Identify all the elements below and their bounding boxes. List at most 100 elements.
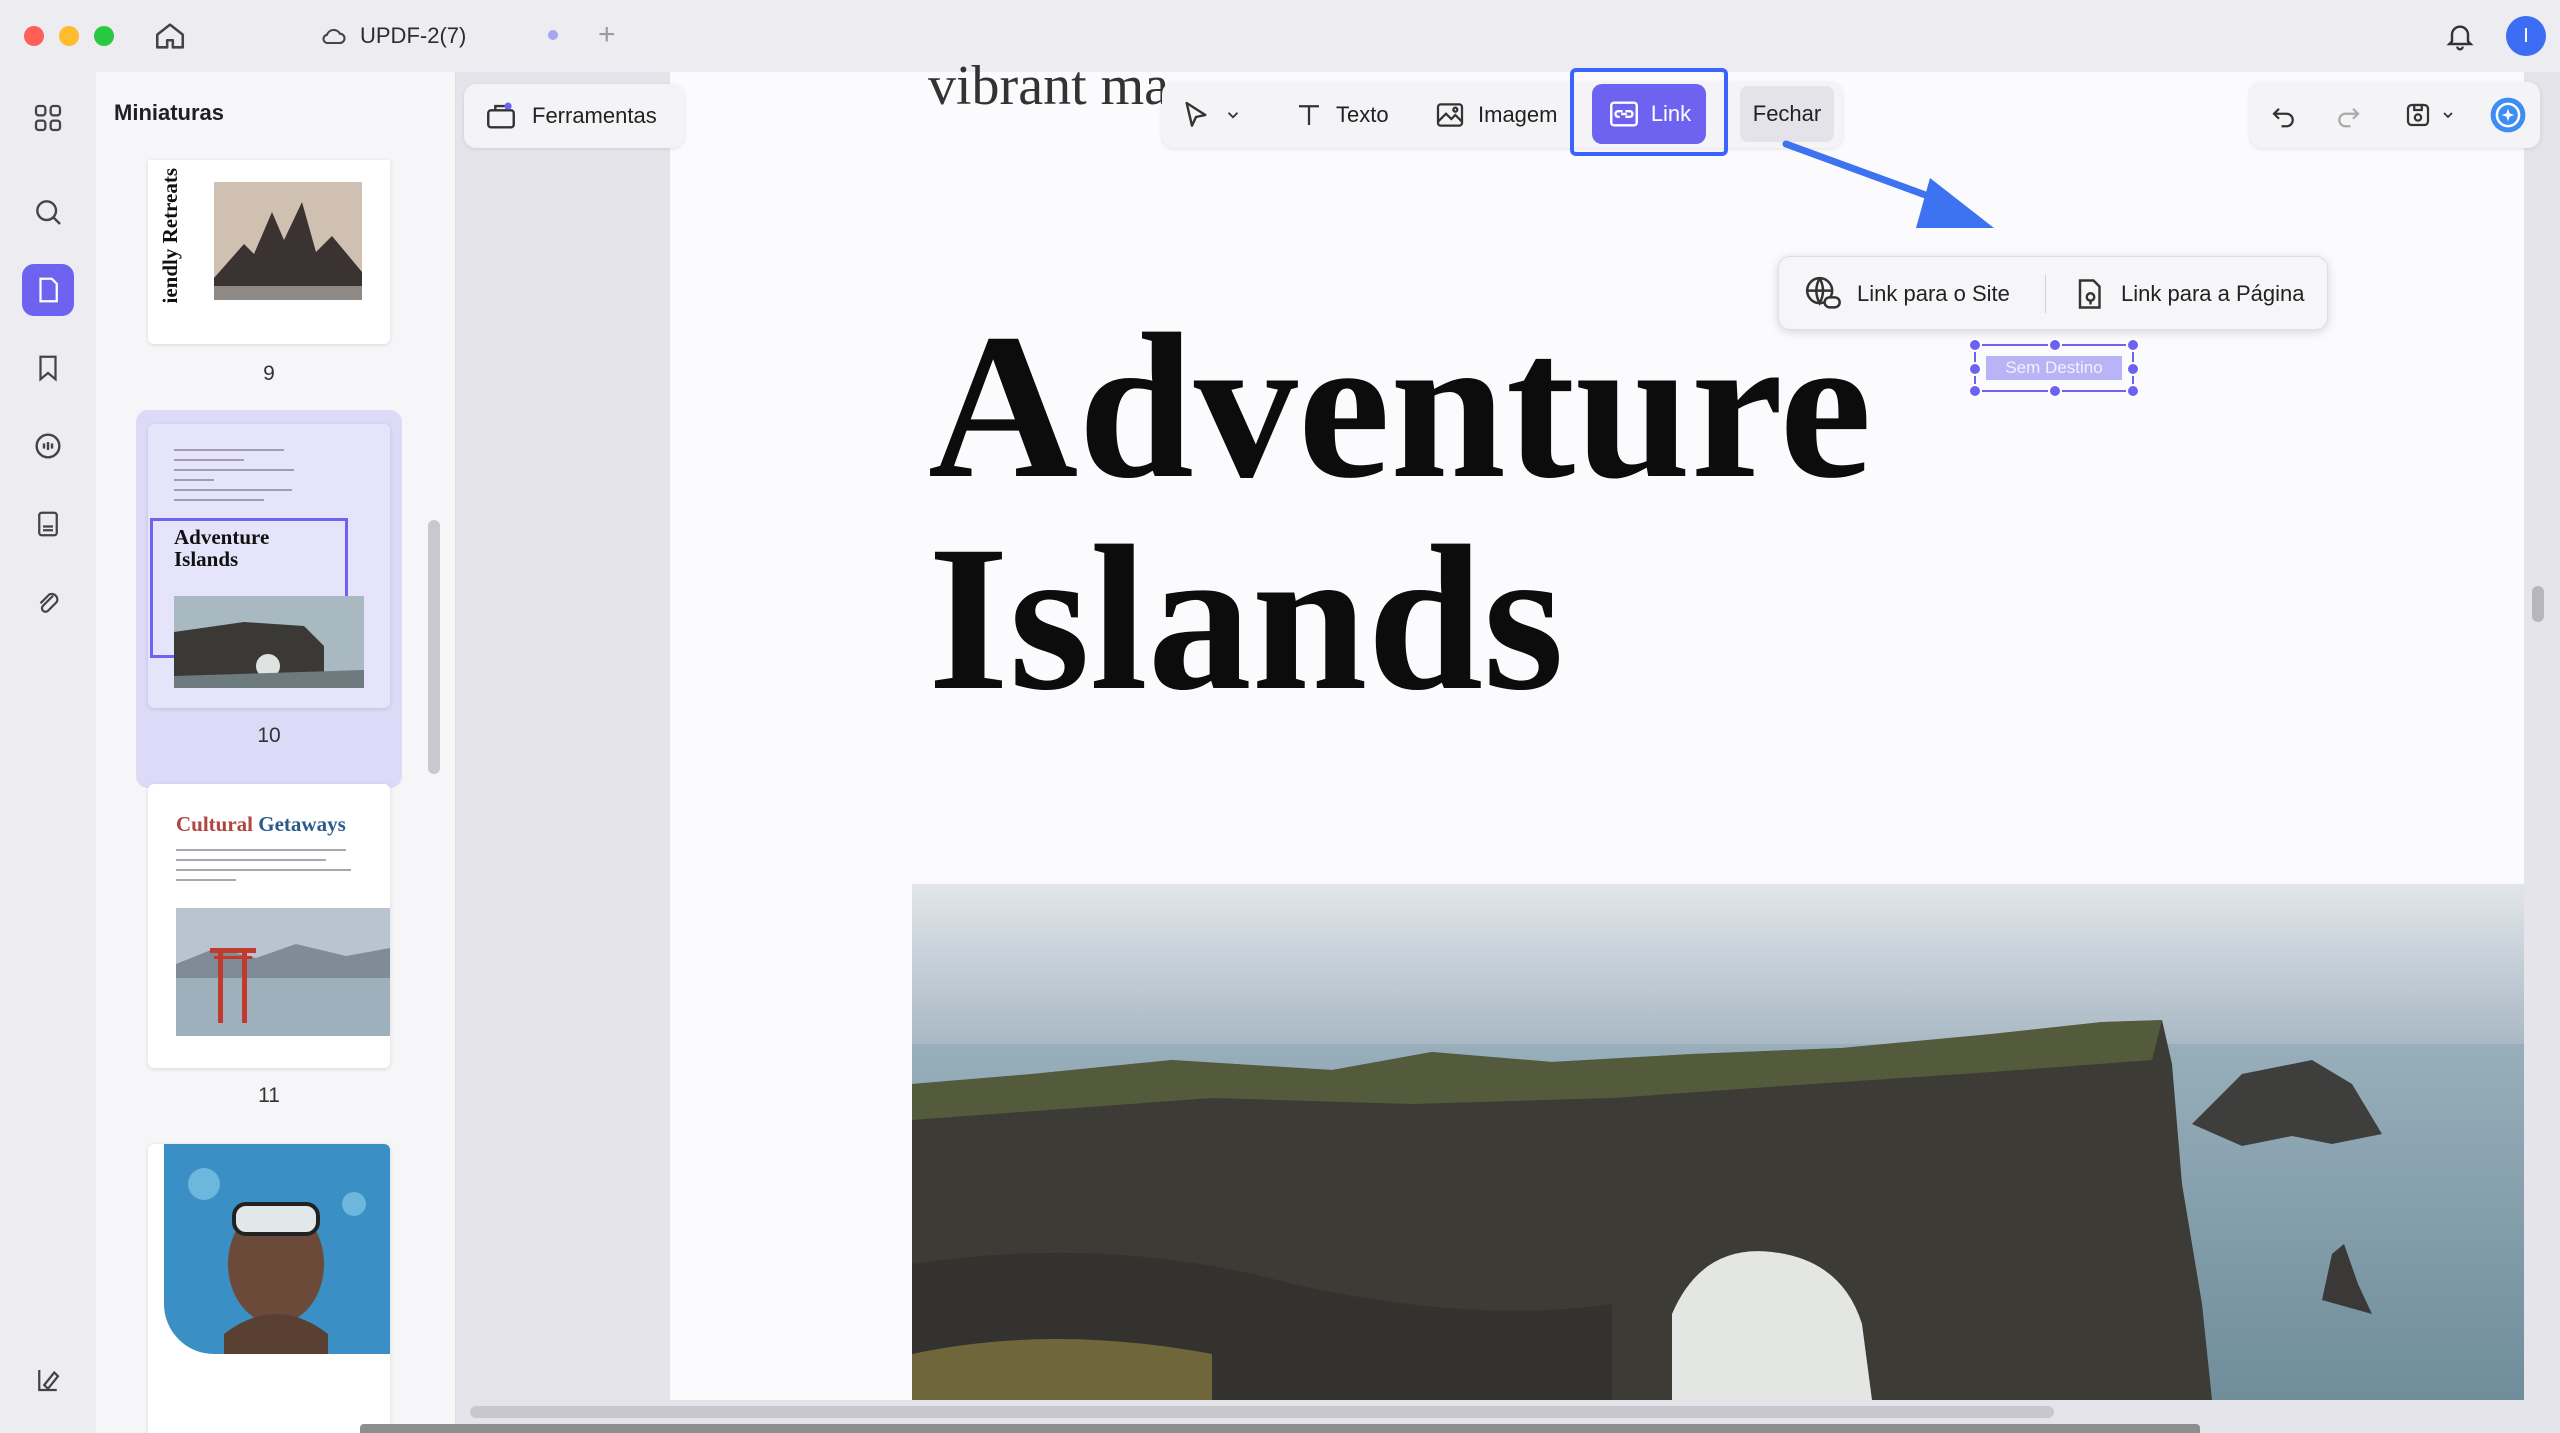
ai-assistant-icon <box>2490 97 2526 133</box>
image-tool-button[interactable]: Imagem <box>1434 82 1557 148</box>
redo-icon <box>2338 107 2360 128</box>
page-icon <box>39 277 58 303</box>
vertical-scrollbar[interactable] <box>2532 586 2544 622</box>
window-maximize-button[interactable] <box>94 26 114 46</box>
resize-handle[interactable] <box>1968 338 1982 352</box>
toolbox-icon <box>487 102 515 129</box>
resize-handle[interactable] <box>2048 338 2062 352</box>
link-to-website-label: Link para o Site <box>1857 281 2010 306</box>
thumbnail-page-12[interactable] <box>148 1144 390 1433</box>
thumbnail-page-number: 10 <box>257 724 281 747</box>
thumbnail-12-photo <box>164 1144 390 1354</box>
document-stack-icon <box>38 511 58 537</box>
undo-button[interactable] <box>2264 95 2304 135</box>
resize-handle[interactable] <box>2126 362 2140 376</box>
dock-edge <box>360 1424 2200 1433</box>
paperclip-icon <box>39 592 59 613</box>
rail-comments-button[interactable] <box>22 420 74 472</box>
thumbnails-panel: Miniaturas iendly Retreats 9 Adventure I… <box>96 72 456 1433</box>
chevron-down-icon <box>2443 112 2453 119</box>
link-to-website-option[interactable]: Link para o Site <box>1803 257 2010 331</box>
thumbnail-page-10[interactable]: Adventure Islands <box>148 424 390 708</box>
rail-tools-button[interactable] <box>22 92 74 144</box>
bookmark-icon <box>39 355 57 382</box>
resize-handle[interactable] <box>1968 362 1982 376</box>
globe-link-icon <box>1805 276 1841 309</box>
page-link-icon <box>2078 279 2101 309</box>
redo-button[interactable] <box>2328 95 2368 135</box>
sea-cliff-photo <box>912 884 2524 1400</box>
rail-attachments-button[interactable] <box>22 576 74 628</box>
ai-assistant-button[interactable] <box>2488 95 2528 135</box>
rail-forms-button[interactable] <box>22 498 74 550</box>
image-icon <box>1436 103 1464 127</box>
thumbnail-page-9[interactable]: iendly Retreats <box>148 160 390 344</box>
new-tab-button[interactable]: + <box>598 18 616 52</box>
thumbnail-11-text-lines <box>176 849 351 881</box>
thumbnail-10-text-lines <box>174 449 294 501</box>
menu-divider <box>2045 275 2046 313</box>
thumbnail-11-photo <box>176 908 390 1036</box>
thumbnails-scrollbar[interactable] <box>428 520 440 774</box>
window-minimize-button[interactable] <box>59 26 79 46</box>
thumbnails-title: Miniaturas <box>114 100 225 125</box>
rail-thumbnails-button[interactable] <box>22 264 74 316</box>
text-tool-label: Texto <box>1336 102 1389 127</box>
notifications-button[interactable] <box>2440 16 2480 56</box>
image-tool-label: Imagem <box>1478 102 1558 127</box>
link-annotation-box[interactable]: Sem Destino <box>1968 338 2140 398</box>
undo-icon <box>2272 107 2294 128</box>
link-to-page-option[interactable]: Link para a Página <box>2071 257 2304 331</box>
tab-title: UPDF-2(7) <box>360 23 467 48</box>
link-destination-label: Sem Destino <box>1986 356 2122 380</box>
thumbnail-9-photo <box>214 182 362 300</box>
select-tool-button[interactable] <box>1180 82 1242 148</box>
document-image[interactable] <box>912 884 2524 1400</box>
cloud-icon <box>322 28 346 45</box>
tools-button[interactable]: Ferramentas <box>464 84 684 148</box>
home-button[interactable] <box>150 16 190 56</box>
cursor-arrow-icon <box>1185 101 1207 127</box>
grid-icon <box>34 104 62 132</box>
unsaved-indicator <box>548 30 558 40</box>
link-to-page-label: Link para a Página <box>2121 281 2305 306</box>
horizontal-scrollbar[interactable] <box>470 1406 2054 1418</box>
window-close-button[interactable] <box>24 26 44 46</box>
thumbnail-11-title: Cultural Getaways <box>176 812 346 836</box>
rail-search-button[interactable] <box>22 186 74 238</box>
document-title[interactable]: Adventure Islands <box>928 300 1872 724</box>
title-bar: UPDF-2(7) + I <box>0 0 2560 72</box>
tools-label: Ferramentas <box>532 103 657 128</box>
thumbnail-page-11[interactable]: Cultural Getaways <box>148 784 390 1068</box>
resize-handle[interactable] <box>2126 384 2140 398</box>
close-edit-button[interactable]: Fechar <box>1740 86 1834 142</box>
resize-handle[interactable] <box>2126 338 2140 352</box>
document-heading-fragment: vibrant ma <box>928 55 1170 117</box>
save-icon <box>2406 103 2430 127</box>
thumbnail-9-vertical-text: iendly Retreats <box>158 168 182 304</box>
thumbnail-page-number: 9 <box>263 362 275 385</box>
user-avatar[interactable]: I <box>2506 16 2546 56</box>
resize-handle[interactable] <box>1968 384 1982 398</box>
home-icon <box>155 23 185 49</box>
rail-bookmarks-button[interactable] <box>22 342 74 394</box>
bell-icon <box>2446 25 2474 51</box>
chevron-down-icon <box>1227 112 1239 119</box>
document-tab[interactable]: UPDF-2(7) <box>320 14 466 58</box>
left-rail <box>0 72 96 1433</box>
save-options-dropdown[interactable] <box>2434 95 2462 135</box>
search-icon <box>36 200 61 225</box>
save-button[interactable] <box>2398 95 2438 135</box>
text-icon <box>1299 105 1319 125</box>
layers-icon <box>38 1370 60 1392</box>
comment-icon <box>35 433 61 459</box>
thumbnail-page-number: 11 <box>258 1084 280 1107</box>
rail-layers-button[interactable] <box>22 1354 74 1406</box>
resize-handle[interactable] <box>2048 384 2062 398</box>
annotation-arrow <box>1782 140 1994 228</box>
link-type-menu: Link para o Site Link para a Página <box>1778 256 2328 330</box>
thumbnail-10-photo <box>174 596 364 688</box>
right-toolbar <box>2250 82 2540 148</box>
link-tool-highlight-frame <box>1570 68 1728 156</box>
text-tool-button[interactable]: Texto <box>1294 82 1389 148</box>
